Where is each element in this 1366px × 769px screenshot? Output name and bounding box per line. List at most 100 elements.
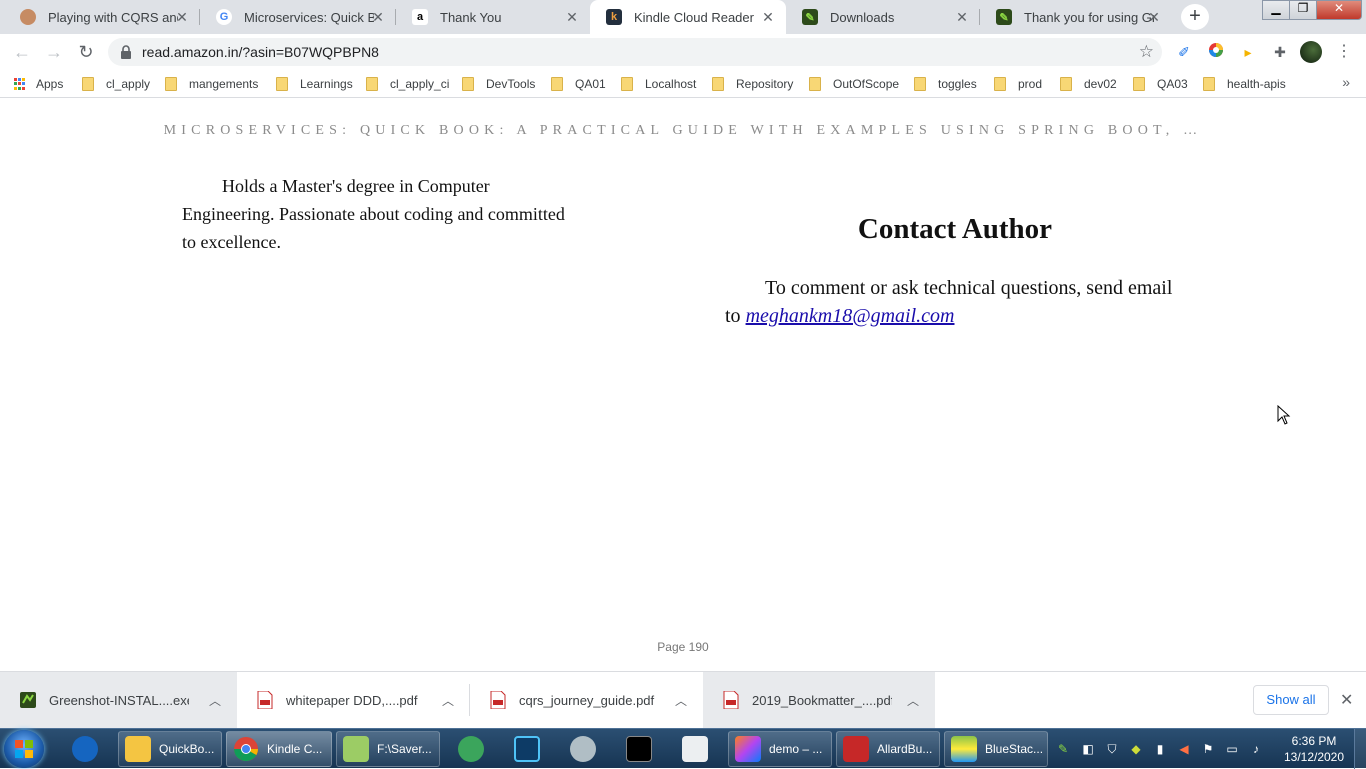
bluestacks-icon [951, 736, 977, 762]
extensions-puzzle-icon[interactable]: ✚ [1270, 42, 1290, 62]
taskbar-pinned-terminal[interactable] [620, 731, 660, 767]
folder-icon [276, 77, 288, 91]
bookmark-folder-devtools[interactable]: DevTools [462, 76, 535, 92]
download-item[interactable]: 2019_Bookmatter_....pdf ︿ [703, 672, 935, 728]
back-button[interactable]: ← [10, 40, 34, 64]
restore-button[interactable]: ❐ [1289, 0, 1317, 20]
bookmark-folder-mangements[interactable]: mangements [165, 76, 258, 92]
bookmark-folder-cl-apply[interactable]: cl_apply [82, 76, 150, 92]
folder-icon [1060, 77, 1072, 91]
action-center-flag-icon[interactable]: ⚑ [1200, 741, 1216, 757]
profile-avatar[interactable] [1300, 41, 1322, 63]
bookmarks-overflow-icon[interactable]: » [1342, 74, 1350, 90]
start-button[interactable] [4, 730, 44, 768]
arrow-extension-icon[interactable]: ▸ [1238, 42, 1258, 62]
shield-icon[interactable]: ⛉ [1104, 741, 1120, 757]
show-all-downloads-button[interactable]: Show all [1253, 685, 1329, 715]
tab-thank-you[interactable]: a Thank You ✕ [396, 0, 590, 34]
bookmark-folder-qa03[interactable]: QA03 [1133, 76, 1188, 92]
taskbar-item-chrome[interactable]: Kindle C... [226, 731, 332, 767]
bookmark-folder-localhost[interactable]: Localhost [621, 76, 696, 92]
window-close-button[interactable]: ✕ [1316, 0, 1362, 20]
chevron-up-icon[interactable]: ︿ [442, 692, 454, 709]
taskbar-pinned-snipping[interactable] [564, 731, 604, 767]
pdf-file-icon [257, 691, 273, 709]
taskbar-item-explorer[interactable]: QuickBo... [118, 731, 222, 767]
eyedropper-extension-icon[interactable]: ✐ [1174, 42, 1194, 62]
color-wheel-extension-icon[interactable] [1206, 42, 1226, 62]
folder-icon [462, 77, 474, 91]
taskbar-pinned-editor[interactable] [508, 731, 548, 767]
taskbar-pinned-app2[interactable] [676, 731, 716, 767]
tab-greenshot-thanks[interactable]: ✎ Thank you for using Gre ✕ [980, 0, 1172, 34]
close-icon[interactable]: ✕ [760, 9, 776, 25]
chevron-up-icon[interactable]: ︿ [209, 692, 221, 709]
tray-app-icon[interactable]: ◧ [1080, 741, 1096, 757]
clock-app-icon [458, 736, 484, 762]
author-email-link[interactable]: meghankm18@gmail.com [746, 305, 955, 327]
author-bio-paragraph: Holds a Master's degree in Computer Engi… [182, 176, 565, 252]
close-icon[interactable]: ✕ [370, 9, 386, 25]
lock-icon [121, 45, 131, 59]
taskbar-clock[interactable]: 6:36 PM 13/12/2020 [1279, 733, 1349, 765]
bookmark-folder-prod[interactable]: prod [994, 76, 1042, 92]
bookmark-folder-health-apis[interactable]: health-apis [1203, 76, 1286, 92]
intellij-icon [735, 736, 761, 762]
speaker-muted-icon[interactable]: ◀ [1176, 741, 1192, 757]
windows-taskbar: QuickBo... Kindle C... F:\Saver... demo … [0, 728, 1366, 769]
tab-microservices[interactable]: G Microservices: Quick Boo ✕ [200, 0, 396, 34]
bookmark-folder-cl-apply-ci[interactable]: cl_apply_ci [366, 76, 449, 92]
new-tab-button[interactable]: + [1181, 4, 1209, 30]
taskbar-item-pdf-reader[interactable]: AllardBu... [836, 731, 940, 767]
reload-button[interactable]: ↻ [74, 40, 98, 64]
kindle-reader-page[interactable]: MICROSERVICES: QUICK BOOK: A PRACTICAL G… [0, 99, 1366, 671]
tab-cqrs[interactable]: Playing with CQRS and E ✕ [4, 0, 200, 34]
bookmark-folder-outofscope[interactable]: OutOfScope [809, 76, 899, 92]
volume-icon[interactable]: ♪ [1248, 741, 1264, 757]
folder-icon [809, 77, 821, 91]
minimize-button[interactable]: ▁ [1262, 0, 1290, 20]
bookmark-folder-qa01[interactable]: QA01 [551, 76, 606, 92]
close-icon[interactable]: ✕ [174, 9, 190, 25]
notepad-icon [343, 736, 369, 762]
network-meter-icon[interactable]: ▮ [1152, 741, 1168, 757]
folder-icon [366, 77, 378, 91]
pdf-icon [843, 736, 869, 762]
taskbar-item-bluestacks[interactable]: BlueStac... [944, 731, 1048, 767]
document-app-icon [682, 736, 708, 762]
tab-downloads[interactable]: ✎ Downloads ✕ [786, 0, 980, 34]
taskbar-item-notepad[interactable]: F:\Saver... [336, 731, 440, 767]
chevron-up-icon[interactable]: ︿ [675, 692, 687, 709]
network-icon[interactable]: ▭ [1224, 741, 1240, 757]
download-item[interactable]: cqrs_journey_guide.pdf ︿ [470, 672, 703, 728]
taskbar-pinned-app[interactable] [66, 731, 106, 767]
chevron-up-icon[interactable]: ︿ [907, 692, 919, 709]
tab-strip: Playing with CQRS and E ✕ G Microservice… [0, 0, 1366, 34]
bookmark-folder-dev02[interactable]: dev02 [1060, 76, 1117, 92]
bookmarks-bar: Apps cl_apply mangements Learnings cl_ap… [0, 70, 1366, 98]
bluestacks-tray-icon[interactable]: ◆ [1128, 741, 1144, 757]
download-item[interactable]: whitepaper DDD,....pdf ︿ [237, 672, 470, 728]
tab-kindle-cloud-reader[interactable]: k Kindle Cloud Reader ✕ [590, 0, 786, 34]
close-icon[interactable]: ✕ [954, 9, 970, 25]
bookmark-folder-toggles[interactable]: toggles [914, 76, 977, 92]
chrome-menu-icon[interactable]: ⋮ [1336, 40, 1352, 64]
forward-button[interactable]: → [42, 40, 66, 64]
close-icon[interactable]: ✕ [1146, 9, 1162, 25]
bookmark-star-icon[interactable]: ☆ [1139, 42, 1154, 62]
bookmark-folder-repository[interactable]: Repository [712, 76, 793, 92]
greenshot-tray-icon[interactable]: ✎ [1055, 741, 1071, 757]
bookmark-apps[interactable]: Apps [14, 76, 63, 92]
pinned-app-icon [72, 736, 98, 762]
taskbar-pinned-clock[interactable] [452, 731, 492, 767]
folder-icon [994, 77, 1006, 91]
show-desktop-button[interactable] [1354, 729, 1366, 769]
close-icon[interactable]: ✕ [564, 9, 580, 25]
download-item[interactable]: Greenshot-INSTAL....exe ︿ [0, 672, 237, 728]
taskbar-item-intellij[interactable]: demo – ... [728, 731, 832, 767]
close-downloads-shelf-icon[interactable]: ✕ [1340, 690, 1353, 710]
folder-icon [914, 77, 926, 91]
bookmark-folder-learnings[interactable]: Learnings [276, 76, 353, 92]
address-bar[interactable]: read.amazon.in/?asin=B07WQPBPN8 ☆ [108, 38, 1162, 66]
url-text: read.amazon.in/?asin=B07WQPBPN8 [142, 44, 379, 60]
